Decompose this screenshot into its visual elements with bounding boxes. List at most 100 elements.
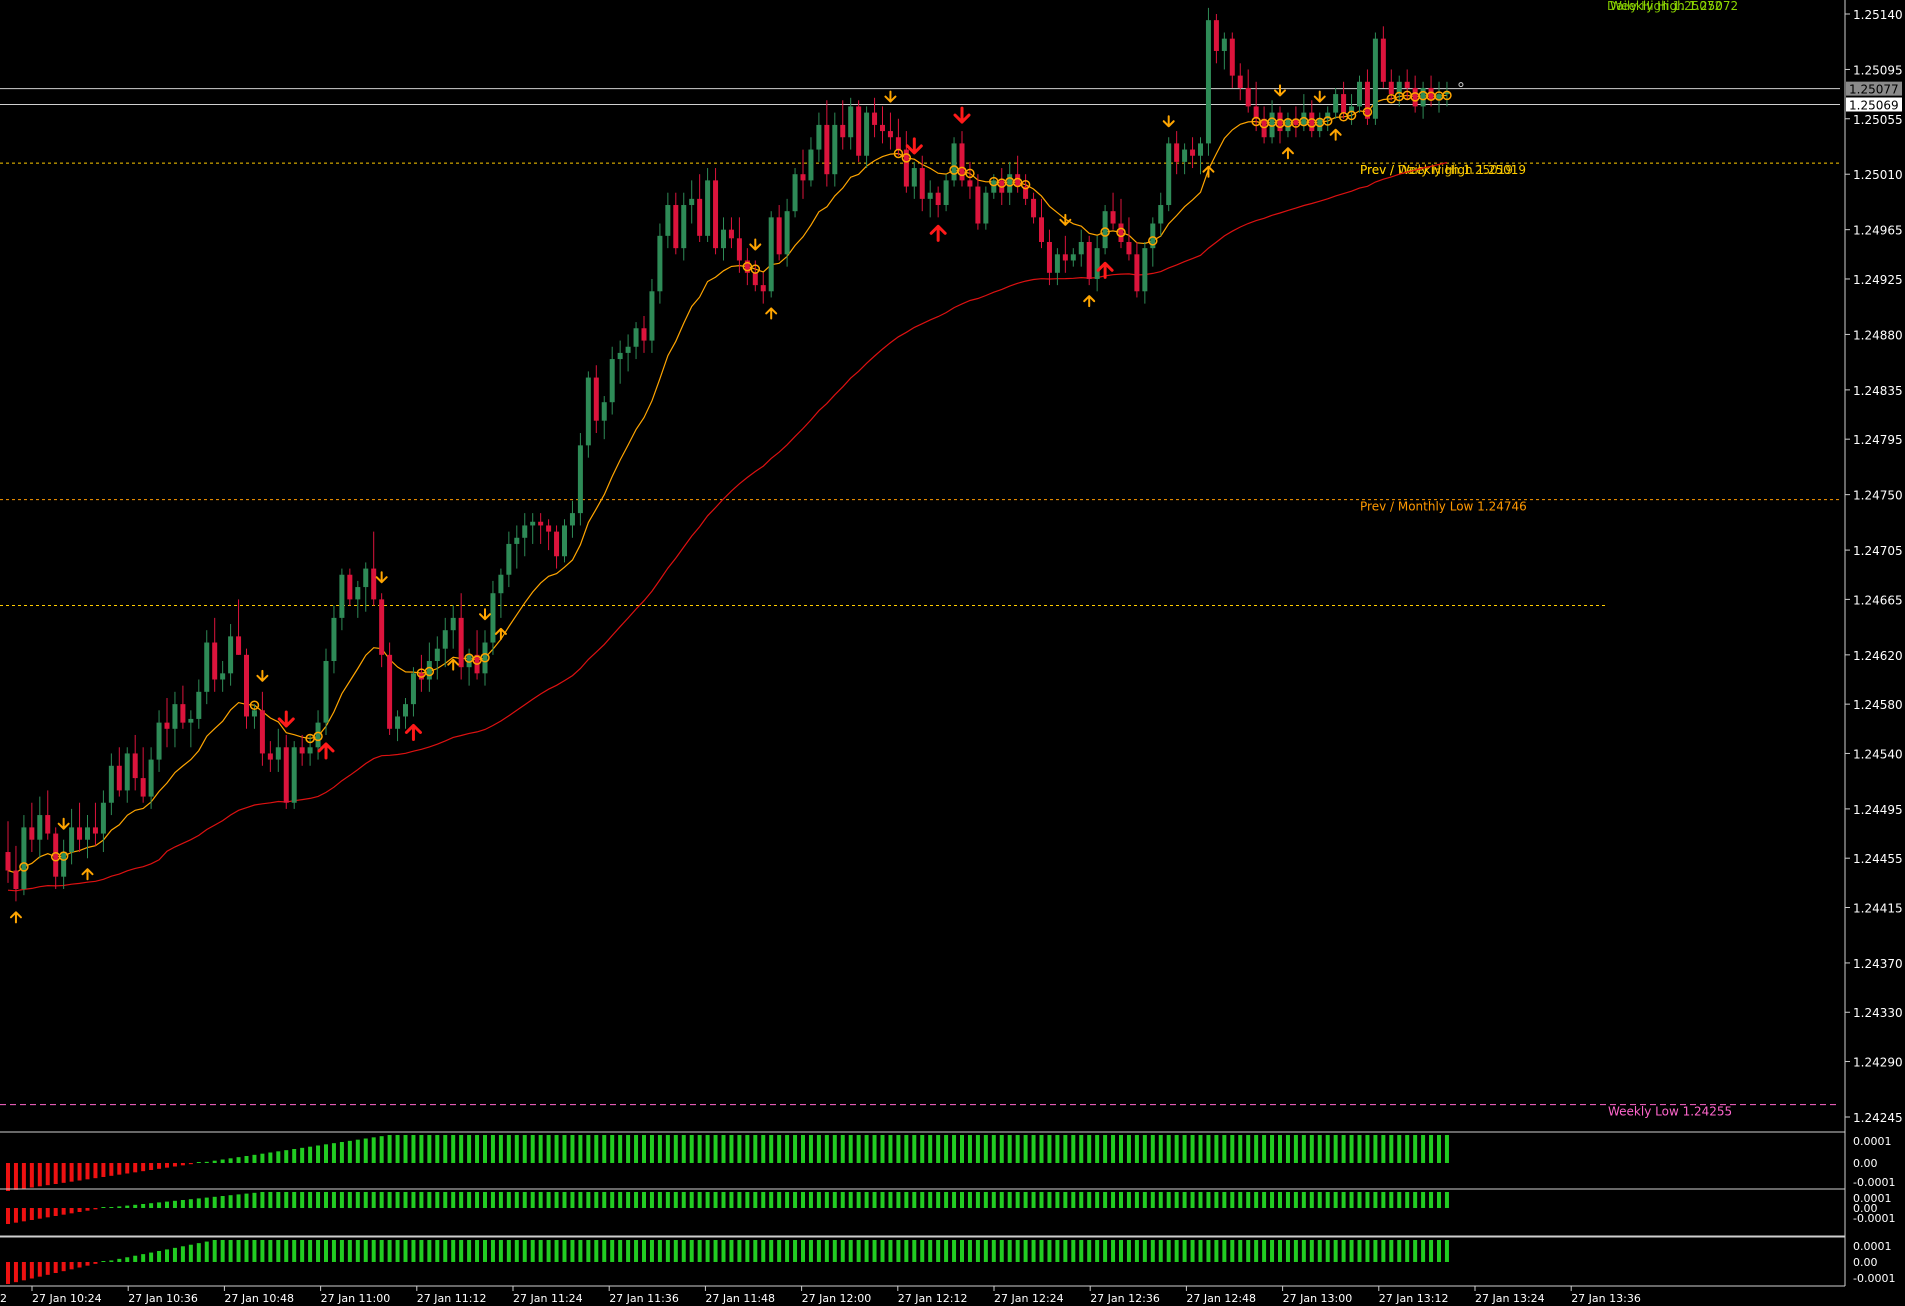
candle-body xyxy=(1412,87,1418,107)
osc-bar xyxy=(634,1240,639,1262)
osc-bar xyxy=(292,1240,297,1262)
osc-bar xyxy=(435,1135,440,1163)
osc-bar xyxy=(920,1135,925,1163)
osc-bar xyxy=(244,1240,249,1262)
osc-bar xyxy=(689,1135,694,1163)
candle-body xyxy=(514,537,520,544)
osc-bar xyxy=(276,1192,281,1208)
candle xyxy=(1102,205,1108,255)
osc-bar xyxy=(1055,1240,1060,1262)
osc-bar xyxy=(1230,1135,1235,1163)
osc-bar xyxy=(77,1163,82,1181)
osc-bar xyxy=(904,1135,909,1163)
osc-bar xyxy=(252,1154,257,1163)
osc-bar xyxy=(1142,1240,1147,1262)
osc-bar xyxy=(793,1192,798,1208)
osc-bar xyxy=(180,1246,185,1262)
osc-bar xyxy=(196,1162,201,1163)
trading-chart[interactable]: Daily High 1.25072Weekly High 1.25072Pre… xyxy=(0,0,1905,1306)
osc-bar xyxy=(101,1163,106,1177)
osc-bar xyxy=(1293,1240,1298,1262)
candle xyxy=(387,642,393,735)
osc-bar xyxy=(1373,1135,1378,1163)
osc-bar xyxy=(848,1192,853,1208)
candle-body xyxy=(37,815,43,840)
osc-bar xyxy=(1270,1135,1275,1163)
osc-bar xyxy=(355,1240,360,1262)
osc-bar xyxy=(93,1163,98,1179)
osc-bar xyxy=(69,1208,74,1214)
osc-bar xyxy=(904,1192,909,1208)
candle-body xyxy=(442,630,448,649)
osc-bar xyxy=(141,1254,146,1262)
price-tick-label: 1.24750 xyxy=(1853,489,1903,503)
osc-bar xyxy=(705,1240,710,1262)
osc-bar xyxy=(1023,1240,1028,1262)
osc-bar xyxy=(228,1240,233,1262)
candle-body xyxy=(77,827,83,840)
osc-bar xyxy=(888,1240,893,1262)
osc-bar xyxy=(880,1240,885,1262)
candle-body xyxy=(1126,241,1132,255)
osc-bar xyxy=(681,1192,686,1208)
osc-bar xyxy=(1087,1135,1092,1163)
osc-bar xyxy=(1293,1192,1298,1208)
osc-bar xyxy=(975,1135,980,1163)
osc-bar xyxy=(952,1240,957,1262)
osc-bar xyxy=(284,1240,289,1262)
osc-bar xyxy=(300,1147,305,1163)
osc-bar xyxy=(713,1135,718,1163)
osc-bar xyxy=(1365,1240,1370,1262)
osc-bar xyxy=(1437,1240,1441,1262)
time-tick-label: 27 Jan 13:12 xyxy=(1379,1292,1449,1305)
osc-bar xyxy=(212,1196,217,1208)
candle-body xyxy=(450,617,456,631)
osc-bar xyxy=(713,1192,718,1208)
osc-bar xyxy=(801,1192,805,1208)
candle-body xyxy=(697,198,703,236)
osc-bar xyxy=(840,1135,845,1163)
candle-body xyxy=(124,753,130,791)
osc-bar xyxy=(530,1135,535,1163)
candle-body xyxy=(204,642,210,692)
osc-bar xyxy=(522,1240,527,1262)
osc-bar xyxy=(6,1208,10,1224)
osc-bar xyxy=(673,1240,678,1262)
osc-bar xyxy=(1222,1192,1227,1208)
osc-bar xyxy=(1166,1135,1171,1163)
osc-bar xyxy=(1365,1135,1370,1163)
osc-bar xyxy=(983,1135,988,1163)
candle-body xyxy=(251,710,257,717)
osc-bar xyxy=(37,1163,42,1187)
time-tick-label: 27 Jan 12:24 xyxy=(994,1292,1064,1305)
candle-body xyxy=(562,525,567,557)
osc-bar xyxy=(1397,1192,1402,1208)
osc-bar xyxy=(1206,1240,1211,1262)
osc-bar xyxy=(562,1192,567,1208)
osc-bar xyxy=(753,1240,758,1262)
osc-bar xyxy=(61,1208,66,1215)
osc-bar xyxy=(244,1193,249,1208)
osc-bar xyxy=(1182,1192,1187,1208)
osc-bar xyxy=(1079,1240,1084,1262)
osc-bar xyxy=(1071,1240,1076,1262)
candle-body xyxy=(403,704,408,717)
candle-body xyxy=(1190,149,1196,156)
osc-bar xyxy=(1325,1240,1330,1262)
candle-body xyxy=(546,525,552,532)
candle-body xyxy=(92,827,98,834)
osc-bar xyxy=(268,1240,273,1262)
osc-bar xyxy=(936,1135,941,1163)
osc-bar xyxy=(785,1135,790,1163)
osc-bar xyxy=(1039,1240,1044,1262)
osc-bar xyxy=(705,1192,710,1208)
osc-bar xyxy=(363,1240,368,1262)
osc-bar xyxy=(1413,1240,1418,1262)
osc-bar xyxy=(888,1192,893,1208)
candle-body xyxy=(1420,87,1426,107)
candle-body xyxy=(625,346,631,353)
osc-bar xyxy=(610,1135,615,1163)
osc-bar xyxy=(538,1135,543,1163)
osc-bar xyxy=(689,1240,694,1262)
osc-bar xyxy=(594,1240,599,1262)
